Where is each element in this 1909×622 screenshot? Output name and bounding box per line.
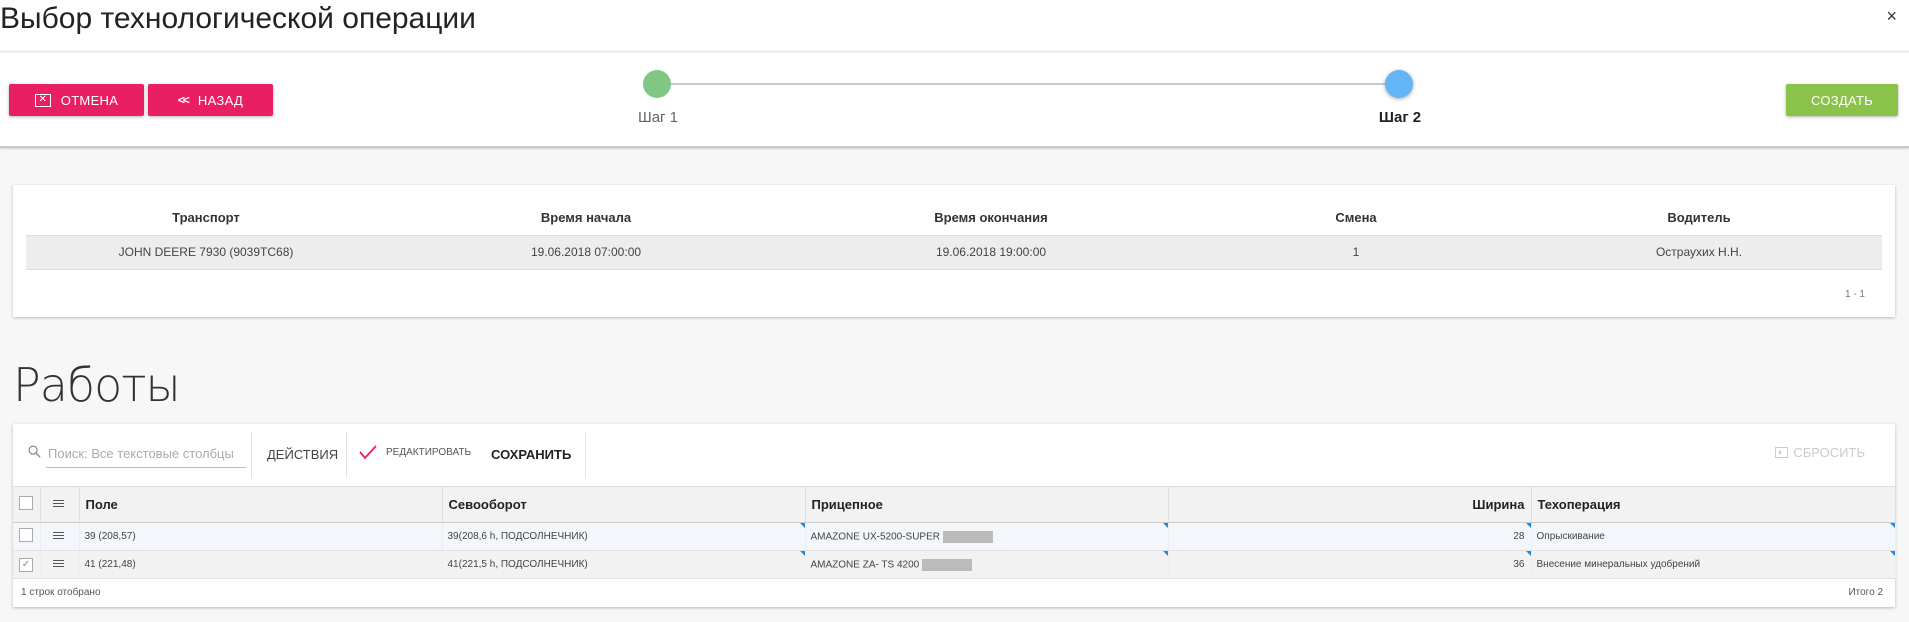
- col-end-time[interactable]: Время окончания: [786, 200, 1196, 236]
- toolbar-divider: [585, 432, 586, 478]
- select-all-cell: [13, 486, 41, 523]
- cell-trailer-text: AMAZONE UX-5200-SUPER: [810, 531, 940, 543]
- create-button[interactable]: СОЗДАТЬ: [1786, 84, 1898, 116]
- row-menu-cell: [40, 522, 80, 551]
- menu-icon[interactable]: [52, 558, 64, 569]
- works-grid-card: ДЕЙСТВИЯ РЕДАКТИРОВАТЬ СОХРАНИТЬ СБРОСИТ…: [13, 424, 1896, 607]
- redacted-block: [922, 558, 973, 571]
- menu-icon[interactable]: [52, 530, 64, 541]
- cell-field[interactable]: 41 (221,48): [79, 550, 443, 579]
- editable-marker: [1889, 523, 1895, 528]
- toolbar-divider: [251, 432, 252, 478]
- step-2-label: Шаг 2: [1378, 109, 1422, 126]
- cell-width[interactable]: 36: [1168, 550, 1532, 579]
- pagination-info: 1 - 1: [1844, 289, 1865, 300]
- col-width[interactable]: Ширина: [1168, 486, 1532, 523]
- cell-rotation[interactable]: 39(208,6 h, ПОДСОЛНЕЧНИК): [442, 522, 806, 551]
- grid-toolbar: ДЕЙСТВИЯ РЕДАКТИРОВАТЬ СОХРАНИТЬ СБРОСИТ…: [13, 424, 1895, 486]
- editable-marker: [1525, 523, 1531, 528]
- table-header-row: Поле Севооборот Прицепное Ширина Техопер…: [13, 486, 1896, 523]
- dialog-title: Выбор технологической операции: [0, 2, 476, 35]
- close-icon[interactable]: ×: [1886, 6, 1897, 27]
- cell-transport: JOHN DEERE 7930 (9039TC68): [26, 235, 386, 270]
- menu-icon[interactable]: [52, 498, 64, 509]
- col-rotation[interactable]: Севооборот: [442, 486, 806, 523]
- toolbar-divider: [346, 432, 347, 478]
- reset-icon: [1775, 447, 1789, 458]
- reset-button[interactable]: СБРОСИТЬ: [1775, 445, 1865, 460]
- step-1-label: Шаг 1: [637, 109, 679, 126]
- cell-trailer-text: AMAZONE ZA- TS 4200: [810, 559, 920, 571]
- cancel-button[interactable]: ✕ ОТМЕНА: [9, 84, 144, 116]
- cell-field[interactable]: 39 (208,57): [79, 522, 443, 551]
- editable-marker: [799, 551, 805, 556]
- edit-toggle[interactable]: РЕДАКТИРОВАТЬ: [358, 444, 471, 460]
- stepper-line: [656, 83, 1398, 85]
- row-menu-header: [40, 486, 80, 523]
- col-driver[interactable]: Водитель: [1516, 200, 1882, 236]
- cell-trailer[interactable]: AMAZONE UX-5200-SUPER: [805, 522, 1169, 551]
- redacted-block: [942, 530, 993, 543]
- col-field[interactable]: Поле: [79, 486, 443, 523]
- cell-rotation-text: 41(221,5 h, ПОДСОЛНЕЧНИК): [447, 559, 588, 570]
- step-2-indicator[interactable]: [1385, 70, 1413, 98]
- transport-summary-card: Транспорт Время начала Время окончания С…: [13, 185, 1895, 317]
- selection-count: 1 строк отобрано: [21, 587, 101, 598]
- wizard-bar: ✕ ОТМЕНА << НАЗАД Шаг 1 Шаг 2 СОЗДАТЬ: [0, 53, 1909, 148]
- row-select-cell: ✓: [13, 550, 41, 579]
- total-count: Итого 2: [1848, 587, 1883, 598]
- cancel-button-label: ОТМЕНА: [60, 92, 119, 108]
- cell-end-time: 19.06.2018 19:00:00: [786, 235, 1196, 270]
- row-select-cell: [13, 522, 41, 551]
- checkmark-icon: [359, 445, 377, 460]
- close-box-icon: ✕: [34, 93, 51, 107]
- col-trailer[interactable]: Прицепное: [805, 486, 1169, 523]
- save-button[interactable]: СОХРАНИТЬ: [491, 447, 571, 462]
- col-operation[interactable]: Техоперация: [1531, 486, 1896, 523]
- cell-operation[interactable]: Внесение минеральных удобрений: [1531, 550, 1896, 579]
- table-row[interactable]: JOHN DEERE 7930 (9039TC68) 19.06.2018 07…: [26, 235, 1882, 270]
- works-section-title: Работы: [13, 358, 181, 412]
- editable-marker: [1162, 523, 1168, 528]
- table-row[interactable]: 39 (208,57) 39(208,6 h, ПОДСОЛНЕЧНИК) AM…: [13, 522, 1896, 551]
- cell-rotation[interactable]: 41(221,5 h, ПОДСОЛНЕЧНИК): [442, 550, 806, 579]
- table-row[interactable]: ✓ 41 (221,48) 41(221,5 h, ПОДСОЛНЕЧНИК) …: [13, 550, 1896, 579]
- editable-marker: [1525, 551, 1531, 556]
- cell-rotation-text: 39(208,6 h, ПОДСОЛНЕЧНИК): [447, 531, 588, 542]
- search-icon: [28, 445, 41, 458]
- cell-width-text: 28: [1513, 531, 1525, 542]
- double-chevron-left-icon: <<: [177, 93, 190, 107]
- editable-marker: [799, 523, 805, 528]
- edit-toggle-label: РЕДАКТИРОВАТЬ: [386, 446, 472, 458]
- cell-trailer[interactable]: AMAZONE ZA- TS 4200: [805, 550, 1169, 579]
- cell-width-text: 36: [1513, 559, 1525, 570]
- dialog-header: Выбор технологической операции ×: [0, 0, 1909, 52]
- transport-summary-table: Транспорт Время начала Время окончания С…: [26, 200, 1882, 270]
- editable-marker: [1889, 551, 1895, 556]
- col-start-time[interactable]: Время начала: [386, 200, 786, 236]
- reset-button-label: СБРОСИТЬ: [1793, 445, 1865, 460]
- cell-operation-text: Опрыскивание: [1536, 531, 1605, 542]
- cell-driver: Остраухих Н.Н.: [1516, 235, 1882, 270]
- cell-shift: 1: [1196, 235, 1516, 270]
- cell-operation[interactable]: Опрыскивание: [1531, 522, 1896, 551]
- actions-menu-button[interactable]: ДЕЙСТВИЯ: [267, 447, 338, 462]
- works-table: Поле Севооборот Прицепное Ширина Техопер…: [13, 486, 1896, 579]
- back-button[interactable]: << НАЗАД: [148, 84, 273, 116]
- col-transport[interactable]: Транспорт: [26, 200, 386, 236]
- cell-operation-text: Внесение минеральных удобрений: [1536, 559, 1701, 570]
- row-checkbox-checked[interactable]: ✓: [19, 557, 33, 572]
- step-1-indicator[interactable]: [643, 70, 671, 98]
- editable-marker: [1162, 551, 1168, 556]
- row-checkbox[interactable]: [19, 528, 33, 542]
- row-menu-cell: [40, 550, 80, 579]
- back-button-label: НАЗАД: [197, 92, 244, 108]
- col-shift[interactable]: Смена: [1196, 200, 1516, 236]
- cell-width[interactable]: 28: [1168, 522, 1532, 551]
- select-all-checkbox[interactable]: [19, 496, 33, 510]
- cell-start-time: 19.06.2018 07:00:00: [386, 235, 786, 270]
- search-input[interactable]: [46, 440, 246, 468]
